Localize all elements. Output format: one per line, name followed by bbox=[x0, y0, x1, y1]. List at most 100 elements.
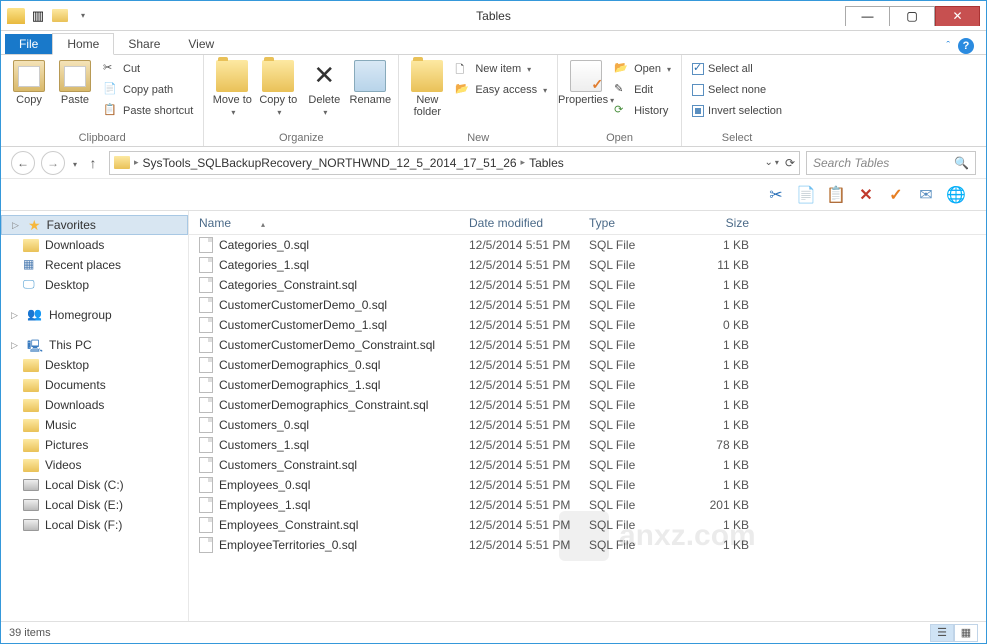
nav-desktop[interactable]: 🖵Desktop bbox=[1, 275, 188, 295]
file-type: SQL File bbox=[589, 458, 689, 472]
file-size: 1 KB bbox=[689, 518, 769, 532]
qat-new-folder-icon[interactable] bbox=[51, 5, 69, 27]
file-size: 201 KB bbox=[689, 498, 769, 512]
column-name[interactable]: Name bbox=[189, 216, 469, 230]
invert-selection-button[interactable]: Invert selection bbox=[688, 100, 786, 121]
help-icon[interactable]: ? bbox=[958, 38, 974, 54]
easy-access-button[interactable]: 📂Easy access bbox=[451, 79, 551, 100]
move-to-button[interactable]: Move to bbox=[210, 58, 254, 121]
file-row[interactable]: CustomerCustomerDemo_1.sql12/5/2014 5:51… bbox=[189, 315, 986, 335]
nav-local-e[interactable]: Local Disk (E:) bbox=[1, 495, 188, 515]
select-none-button[interactable]: Select none bbox=[688, 79, 786, 100]
nav-up-button[interactable]: ↑ bbox=[83, 155, 103, 171]
copy-path-icon: 📄 bbox=[103, 82, 119, 98]
file-row[interactable]: Employees_0.sql12/5/2014 5:51 PMSQL File… bbox=[189, 475, 986, 495]
nav-favorites[interactable]: ▷★Favorites bbox=[1, 215, 188, 235]
tb-clipboard-icon[interactable]: 📋 bbox=[826, 185, 846, 205]
tb-copy-icon[interactable]: 📄 bbox=[796, 185, 816, 205]
file-row[interactable]: CustomerDemographics_Constraint.sql12/5/… bbox=[189, 395, 986, 415]
address-bar[interactable]: ▸ SysTools_SQLBackupRecovery_NORTHWND_12… bbox=[109, 151, 800, 175]
copy-path-button[interactable]: 📄Copy path bbox=[99, 79, 197, 100]
file-date: 12/5/2014 5:51 PM bbox=[469, 298, 589, 312]
nav-pc-desktop[interactable]: Desktop bbox=[1, 355, 188, 375]
tb-delete-icon[interactable]: ✕ bbox=[856, 185, 876, 205]
file-row[interactable]: CustomerCustomerDemo_Constraint.sql12/5/… bbox=[189, 335, 986, 355]
maximize-button[interactable]: ▢ bbox=[890, 6, 935, 26]
minimize-button[interactable]: — bbox=[845, 6, 890, 26]
nav-pc-downloads[interactable]: Downloads bbox=[1, 395, 188, 415]
file-icon bbox=[199, 517, 213, 533]
history-button[interactable]: ⟳History bbox=[610, 100, 675, 121]
nav-downloads[interactable]: Downloads bbox=[1, 235, 188, 255]
file-date: 12/5/2014 5:51 PM bbox=[469, 438, 589, 452]
tab-view[interactable]: View bbox=[174, 34, 228, 54]
nav-forward-button[interactable]: → bbox=[41, 151, 65, 175]
column-type[interactable]: Type bbox=[589, 216, 689, 230]
tab-share[interactable]: Share bbox=[114, 34, 174, 54]
file-row[interactable]: CustomerDemographics_0.sql12/5/2014 5:51… bbox=[189, 355, 986, 375]
delete-button[interactable]: ✕ Delete bbox=[302, 58, 346, 121]
nav-thispc[interactable]: ▷🖳This PC bbox=[1, 335, 188, 355]
file-date: 12/5/2014 5:51 PM bbox=[469, 458, 589, 472]
file-row[interactable]: CustomerDemographics_1.sql12/5/2014 5:51… bbox=[189, 375, 986, 395]
nav-recent[interactable]: ▦Recent places bbox=[1, 255, 188, 275]
search-input[interactable]: Search Tables 🔍 bbox=[806, 151, 976, 175]
nav-documents[interactable]: Documents bbox=[1, 375, 188, 395]
select-all-button[interactable]: Select all bbox=[688, 58, 786, 79]
view-details-button[interactable]: ☰ bbox=[930, 624, 954, 642]
view-icons-button[interactable]: ▦ bbox=[954, 624, 978, 642]
copy-button[interactable]: Copy bbox=[7, 58, 51, 108]
breadcrumb-current[interactable]: Tables bbox=[529, 156, 564, 170]
nav-recent-dropdown[interactable] bbox=[71, 154, 77, 172]
tb-check-icon[interactable]: ✓ bbox=[886, 185, 906, 205]
ribbon-collapse-icon[interactable]: ˆ bbox=[946, 40, 950, 52]
edit-button[interactable]: ✎Edit bbox=[610, 79, 675, 100]
paste-button[interactable]: Paste bbox=[53, 58, 97, 108]
file-row[interactable]: Customers_Constraint.sql12/5/2014 5:51 P… bbox=[189, 455, 986, 475]
nav-homegroup[interactable]: ▷👥Homegroup bbox=[1, 305, 188, 325]
address-dropdown[interactable]: ⌄ bbox=[765, 157, 779, 168]
folder-icon bbox=[23, 419, 39, 432]
file-icon bbox=[199, 497, 213, 513]
file-row[interactable]: CustomerCustomerDemo_0.sql12/5/2014 5:51… bbox=[189, 295, 986, 315]
rename-icon bbox=[354, 60, 386, 92]
column-date[interactable]: Date modified bbox=[469, 216, 589, 230]
file-row[interactable]: Categories_0.sql12/5/2014 5:51 PMSQL Fil… bbox=[189, 235, 986, 255]
breadcrumb-parent[interactable]: SysTools_SQLBackupRecovery_NORTHWND_12_5… bbox=[143, 156, 517, 170]
new-item-button[interactable]: 🗋New item bbox=[451, 58, 551, 79]
file-row[interactable]: Customers_1.sql12/5/2014 5:51 PMSQL File… bbox=[189, 435, 986, 455]
new-folder-button[interactable]: New folder bbox=[405, 58, 449, 120]
tab-file[interactable]: File bbox=[5, 34, 52, 54]
nav-local-f[interactable]: Local Disk (F:) bbox=[1, 515, 188, 535]
nav-music[interactable]: Music bbox=[1, 415, 188, 435]
file-row[interactable]: Customers_0.sql12/5/2014 5:51 PMSQL File… bbox=[189, 415, 986, 435]
qat-properties-icon[interactable]: ▥ bbox=[29, 5, 47, 27]
file-row[interactable]: Categories_Constraint.sql12/5/2014 5:51 … bbox=[189, 275, 986, 295]
file-name: Customers_0.sql bbox=[219, 418, 309, 432]
properties-button[interactable]: Properties bbox=[564, 58, 608, 109]
file-row[interactable]: Categories_1.sql12/5/2014 5:51 PMSQL Fil… bbox=[189, 255, 986, 275]
nav-pictures[interactable]: Pictures bbox=[1, 435, 188, 455]
tab-home[interactable]: Home bbox=[52, 33, 114, 55]
file-icon bbox=[199, 457, 213, 473]
rename-button[interactable]: Rename bbox=[348, 58, 392, 108]
tb-scissors-icon[interactable]: ✂ bbox=[766, 185, 786, 205]
cut-button[interactable]: ✂Cut bbox=[99, 58, 197, 79]
file-row[interactable]: Employees_1.sql12/5/2014 5:51 PMSQL File… bbox=[189, 495, 986, 515]
column-size[interactable]: Size bbox=[689, 216, 769, 230]
paste-shortcut-button[interactable]: 📋Paste shortcut bbox=[99, 100, 197, 121]
tb-mail-icon[interactable]: ✉ bbox=[916, 185, 936, 205]
open-button[interactable]: 📂Open bbox=[610, 58, 675, 79]
file-row[interactable]: Employees_Constraint.sql12/5/2014 5:51 P… bbox=[189, 515, 986, 535]
nav-local-c[interactable]: Local Disk (C:) bbox=[1, 475, 188, 495]
file-size: 1 KB bbox=[689, 278, 769, 292]
file-row[interactable]: EmployeeTerritories_0.sql12/5/2014 5:51 … bbox=[189, 535, 986, 555]
qat-dropdown[interactable] bbox=[73, 5, 91, 27]
tb-globe-icon[interactable]: 🌐 bbox=[946, 185, 966, 205]
nav-back-button[interactable]: ← bbox=[11, 151, 35, 175]
refresh-button[interactable]: ⟳ bbox=[785, 156, 795, 170]
close-button[interactable]: ✕ bbox=[935, 6, 980, 26]
copy-to-button[interactable]: Copy to bbox=[256, 58, 300, 121]
nav-videos[interactable]: Videos bbox=[1, 455, 188, 475]
file-size: 1 KB bbox=[689, 338, 769, 352]
